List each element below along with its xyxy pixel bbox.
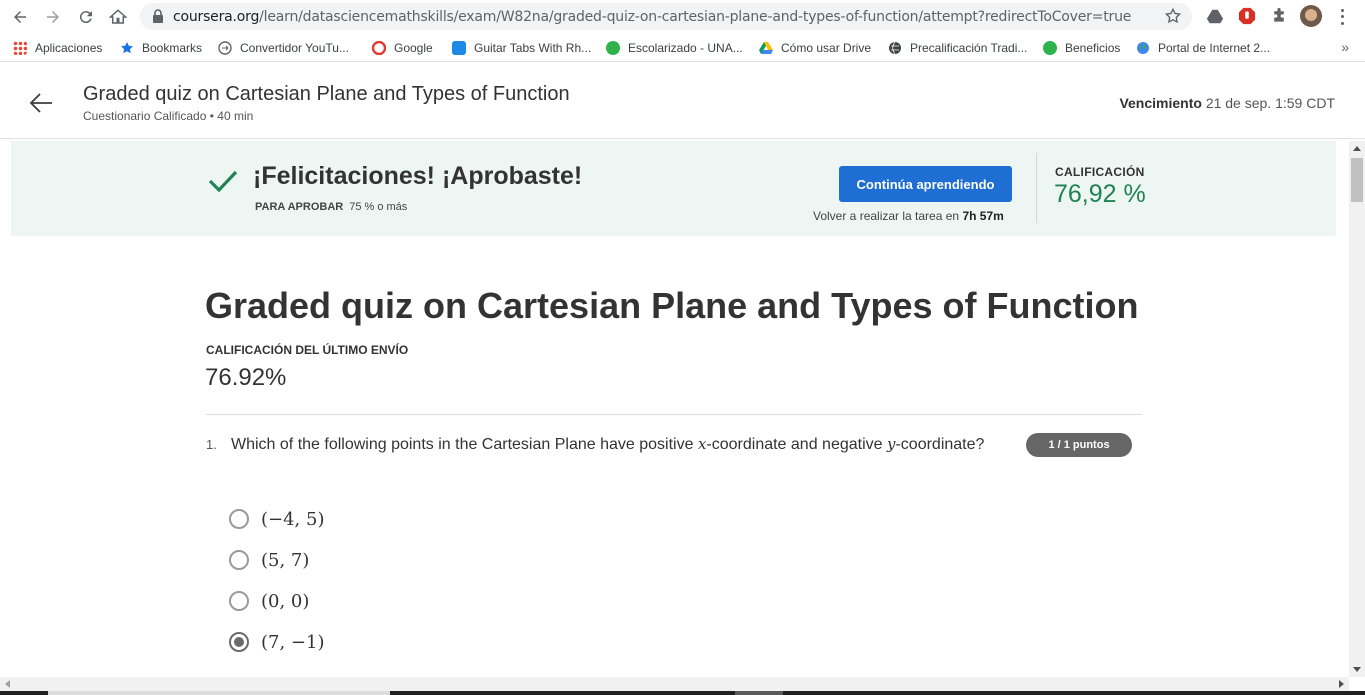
answer-option[interactable]: (−4, 5) — [229, 507, 324, 531]
checkmark-icon — [208, 170, 238, 193]
congrats-message: ¡Felicitaciones! ¡Aprobaste! — [253, 162, 583, 190]
forward-icon[interactable] — [41, 5, 65, 29]
quiz-title: Graded quiz on Cartesian Plane and Types… — [205, 285, 1139, 326]
bookmark-star-icon[interactable] — [1164, 7, 1182, 25]
globe-icon — [889, 41, 901, 55]
bookmarks-bar: Aplicaciones Bookmarks Convertidor YouTu… — [0, 34, 1365, 62]
due-date: Vencimiento 21 de sep. 1:59 CDT — [1119, 95, 1335, 111]
bookmark-convertidor[interactable]: Convertidor YouTu... — [218, 40, 349, 56]
bookmark-escolarizado[interactable]: Escolarizado - UNA... — [606, 40, 743, 56]
radio-button[interactable] — [229, 591, 249, 611]
url-text[interactable]: coursera.org/learn/datasciencemathskills… — [173, 9, 1131, 25]
beneficios-icon — [1043, 41, 1057, 55]
answer-option[interactable]: (0, 0) — [229, 589, 309, 613]
converter-icon — [218, 41, 232, 55]
bookmark-guitar-tabs[interactable]: Guitar Tabs With Rh... — [452, 40, 591, 56]
lock-icon — [153, 9, 163, 23]
question-number: 1. — [206, 437, 217, 452]
radio-button[interactable] — [229, 550, 249, 570]
bookmark-precalificacion[interactable]: Precalificación Tradi... — [888, 40, 1027, 56]
radio-button[interactable] — [229, 509, 249, 529]
taskbar-strip — [0, 691, 1365, 695]
star-icon — [121, 42, 133, 54]
last-grade-value: 76.92% — [205, 364, 287, 391]
globe-color-icon — [1137, 42, 1149, 54]
address-bar[interactable]: coursera.org/learn/datasciencemathskills… — [140, 3, 1192, 30]
scroll-down-icon[interactable] — [1353, 667, 1361, 672]
header-title: Graded quiz on Cartesian Plane and Types… — [83, 83, 570, 105]
radio-button-checked[interactable] — [229, 632, 249, 652]
back-arrow-icon[interactable] — [28, 90, 54, 116]
header-subtitle: Cuestionario Calificado • 40 min — [83, 109, 254, 123]
vertical-scrollbar[interactable] — [1349, 141, 1365, 677]
grade-value: 76,92 % — [1054, 180, 1146, 208]
scrollbar-thumb[interactable] — [1351, 158, 1363, 202]
bookmark-aplicaciones[interactable]: Aplicaciones — [13, 40, 102, 56]
question-text: Which of the following points in the Car… — [231, 435, 985, 453]
bookmark-google[interactable]: Google — [372, 40, 433, 56]
answer-option-selected[interactable]: (7, −1) — [229, 630, 324, 654]
scroll-left-icon[interactable] — [5, 680, 10, 688]
grade-label: CALIFICACIÓN — [1055, 165, 1145, 179]
retry-timer: Volver a realizar la tarea en 7h 57m — [813, 209, 1004, 223]
pass-requirement: PARA APROBAR 75 % o más — [255, 201, 408, 213]
horizontal-scrollbar[interactable] — [0, 677, 1349, 691]
opera-icon — [372, 41, 386, 55]
continue-learning-button[interactable]: Continúa aprendiendo — [839, 166, 1012, 202]
bookmark-bookmarks[interactable]: Bookmarks — [120, 40, 202, 56]
quiz-header: Graded quiz on Cartesian Plane and Types… — [0, 66, 1365, 139]
drive-extension-icon[interactable] — [1205, 6, 1225, 26]
last-grade-label: CALIFICACIÓN DEL ÚLTIMO ENVÍO — [206, 343, 409, 357]
result-banner: ¡Felicitaciones! ¡Aprobaste! PARA APROBA… — [11, 141, 1336, 236]
bookmark-portal[interactable]: Portal de Internet 2... — [1136, 40, 1270, 56]
reload-icon[interactable] — [74, 5, 98, 29]
adblock-extension-icon[interactable] — [1237, 6, 1257, 26]
answer-option[interactable]: (5, 7) — [229, 548, 309, 572]
divider — [1036, 153, 1037, 223]
back-icon[interactable] — [8, 5, 32, 29]
divider — [206, 414, 1142, 415]
home-icon[interactable] — [106, 5, 130, 29]
extensions-puzzle-icon[interactable] — [1269, 6, 1289, 26]
apps-grid-icon — [13, 41, 27, 55]
more-bookmarks-icon[interactable]: » — [1341, 39, 1349, 55]
guitar-tabs-icon — [452, 41, 466, 55]
drive-icon — [759, 42, 773, 54]
browser-menu-icon[interactable] — [1335, 7, 1349, 27]
browser-toolbar: coursera.org/learn/datasciencemathskills… — [0, 0, 1365, 34]
scroll-right-icon[interactable] — [1339, 680, 1344, 688]
bookmark-drive[interactable]: Cómo usar Drive — [759, 40, 871, 56]
profile-avatar[interactable] — [1300, 5, 1322, 27]
scroll-up-icon[interactable] — [1353, 146, 1361, 151]
points-badge: 1 / 1 puntos — [1026, 433, 1132, 457]
bookmark-beneficios[interactable]: Beneficios — [1043, 40, 1120, 56]
escolarizado-icon — [606, 41, 620, 55]
